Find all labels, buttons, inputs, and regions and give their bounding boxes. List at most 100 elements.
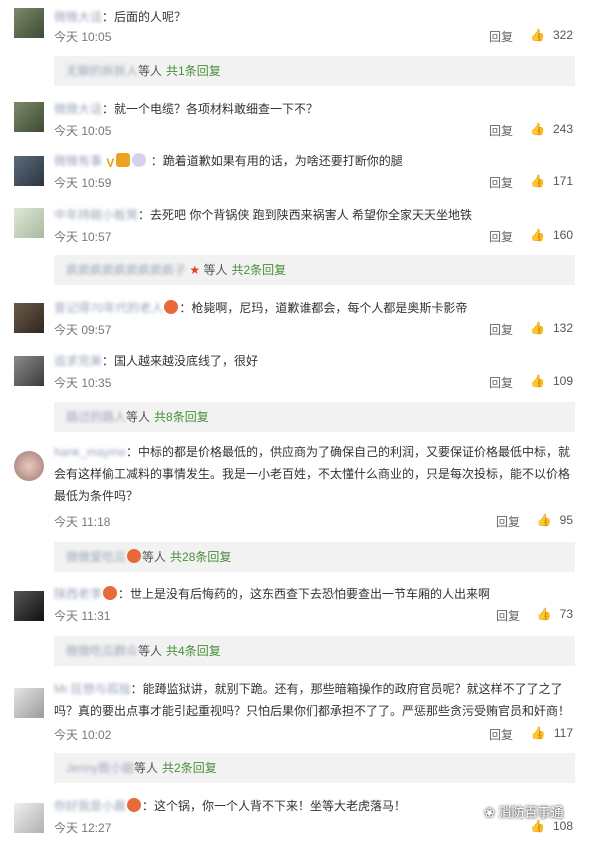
like-button[interactable]: 👍 322 (530, 28, 573, 42)
badge-icon (116, 153, 131, 167)
like-count: 109 (552, 374, 573, 388)
sub-reply-users[interactable]: 疯疯疯疯疯疯疯疯疯子 (66, 255, 186, 285)
avatar[interactable] (14, 591, 44, 621)
comment-time: 今天 09:57 (54, 323, 112, 337)
username[interactable]: 追求完美 (54, 354, 102, 368)
comment-time: 今天 11:18 (54, 515, 111, 529)
thumbs-up-icon: 👍 (536, 513, 552, 527)
thumbs-up-icon: 👍 (530, 122, 545, 136)
username[interactable]: 微微大话 (54, 10, 102, 24)
reply-count-link[interactable]: 共8条回复 (154, 410, 209, 424)
avatar[interactable] (14, 208, 44, 238)
username[interactable]: 中年持碗小板凳 (54, 208, 138, 222)
avatar[interactable] (14, 356, 44, 386)
comment-time: 今天 11:31 (54, 609, 111, 623)
username[interactable]: 微微有事 (54, 154, 102, 168)
comment-text: ：去死吧 你个背锅侠 跑到陕西来祸害人 希望你全家天天坐地铁 (138, 208, 473, 222)
like-button[interactable]: 👍 160 (530, 228, 573, 242)
sub-reply-users[interactable]: 微微吃瓜群众 (66, 636, 138, 666)
comment-time: 今天 10:57 (54, 230, 112, 244)
comment-text: ：世上是没有后悔药的，这东西查下去恐怕要查出一节车厢的人出来啊 (118, 587, 491, 601)
username[interactable]: hank_mayme (54, 445, 126, 459)
username[interactable]: 微微大话 (54, 102, 102, 116)
avatar[interactable] (14, 303, 44, 333)
avatar[interactable] (14, 8, 44, 38)
sub-replies[interactable]: Jenny我小姐等人 共2条回复 (54, 753, 575, 783)
reply-button[interactable]: 回复 (489, 228, 513, 245)
sub-replies[interactable]: 疯疯疯疯疯疯疯疯疯子 ★ 等人 共2条回复 (54, 255, 575, 285)
avatar[interactable] (14, 688, 44, 718)
like-count: 243 (552, 122, 573, 136)
like-count: 73 (559, 607, 573, 621)
reply-button[interactable]: 回复 (489, 122, 513, 139)
comment-time: 今天 10:35 (54, 376, 112, 390)
thumbs-up-icon: 👍 (530, 174, 545, 188)
reply-count-link[interactable]: 共2条回复 (162, 761, 217, 775)
thumbs-up-icon: 👍 (536, 607, 552, 621)
reply-button[interactable]: 回复 (489, 321, 513, 338)
sub-replies[interactable]: 微微爱吃瓜 等人 共28条回复 (54, 542, 575, 572)
comment-text: ：后面的人呢？ (102, 10, 187, 24)
like-count: 117 (553, 726, 573, 740)
like-count: 132 (552, 321, 573, 335)
reply-count-link[interactable]: 共28条回复 (170, 550, 231, 564)
reply-button[interactable]: 回复 (489, 726, 513, 743)
comment-text: ：中标的都是价格最低的，供应商为了确保自己的利润，又要保证价格最低中标，就会有这… (54, 445, 571, 503)
badge-icon (127, 798, 142, 812)
comment-time: 今天 10:05 (54, 30, 112, 44)
like-button[interactable]: 👍 171 (530, 174, 573, 188)
sub-replies[interactable]: 微微吃瓜群众等人 共4条回复 (54, 636, 575, 666)
sub-reply-users[interactable]: 微微爱吃瓜 (66, 542, 126, 572)
comment-time: 今天 10:05 (54, 124, 112, 138)
sub-replies[interactable]: 无聊的拆拆人等人 共1条回复 (54, 56, 575, 86)
reply-count-link[interactable]: 共2条回复 (231, 263, 286, 277)
reply-count-link[interactable]: 共4条回复 (166, 644, 221, 658)
like-button[interactable]: 👍 243 (530, 122, 573, 136)
badge-icon (164, 300, 179, 314)
reply-button[interactable]: 回复 (496, 513, 520, 530)
like-count: 322 (552, 28, 573, 42)
thumbs-up-icon: 👍 (530, 321, 545, 335)
thumbs-up-icon: 👍 (530, 726, 546, 740)
comment-time: 今天 12:27 (54, 821, 112, 835)
badge-icon (132, 153, 147, 167)
avatar[interactable] (14, 451, 44, 481)
username[interactable]: 陕西老李 (54, 587, 102, 601)
comment-text: ：能蹲监狱讲，就别下跪。还有，那些暗箱操作的政府官员呢？就这样不了了之了吗？真的… (54, 682, 571, 718)
sub-reply-users[interactable]: Jenny我小姐 (66, 753, 134, 783)
badge-icon (103, 586, 118, 600)
avatar[interactable] (14, 102, 44, 132)
reply-button[interactable]: 回复 (489, 374, 513, 391)
sub-reply-users[interactable]: 无聊的拆拆人 (66, 56, 138, 86)
reply-button[interactable]: 回复 (489, 174, 513, 191)
comment-text: ：枪毙啊，尼玛，道歉谁都会，每个人都是奥斯卡影帝 (179, 301, 468, 315)
reply-button[interactable]: 回复 (489, 28, 513, 45)
comment-text: ：跪着道歉如果有用的话，为啥还要打断你的腿 (150, 154, 403, 168)
sub-replies[interactable]: 路过的路人等人 共8条回复 (54, 402, 575, 432)
badge-icon (127, 549, 142, 563)
v-badge-icon: V (106, 156, 115, 170)
watermark: ❀ 消防百事通 (484, 805, 564, 820)
comment-text: ：这个锅，你一个人背不下来！坐等大老虎落马！ (142, 799, 407, 813)
like-button[interactable]: 👍 109 (530, 374, 573, 388)
comment-time: 今天 10:02 (54, 728, 112, 742)
thumbs-up-icon: 👍 (530, 374, 545, 388)
avatar[interactable] (14, 803, 44, 833)
like-button[interactable]: 👍 132 (530, 321, 573, 335)
comment-text: ：就一个电缆？各项材料敢细查一下不？ (102, 102, 319, 116)
like-button[interactable]: 👍 95 (537, 513, 573, 527)
thumbs-up-icon: 👍 (530, 28, 545, 42)
username[interactable]: 曾记得70年代的老人 (54, 301, 163, 315)
comment-time: 今天 10:59 (54, 176, 112, 190)
reply-count-link[interactable]: 共1条回复 (166, 64, 221, 78)
like-count: 160 (552, 228, 573, 242)
username[interactable]: Mr.狂想与孤独 (54, 682, 131, 696)
like-button[interactable]: 👍 73 (537, 607, 573, 621)
like-button[interactable]: 👍 117 (531, 726, 573, 740)
like-count: 95 (559, 513, 573, 527)
sub-reply-users[interactable]: 路过的路人 (66, 402, 126, 432)
like-count: 171 (552, 174, 573, 188)
username[interactable]: 你好我是小晨 (54, 799, 126, 813)
avatar[interactable] (14, 156, 44, 186)
reply-button[interactable]: 回复 (496, 607, 520, 624)
